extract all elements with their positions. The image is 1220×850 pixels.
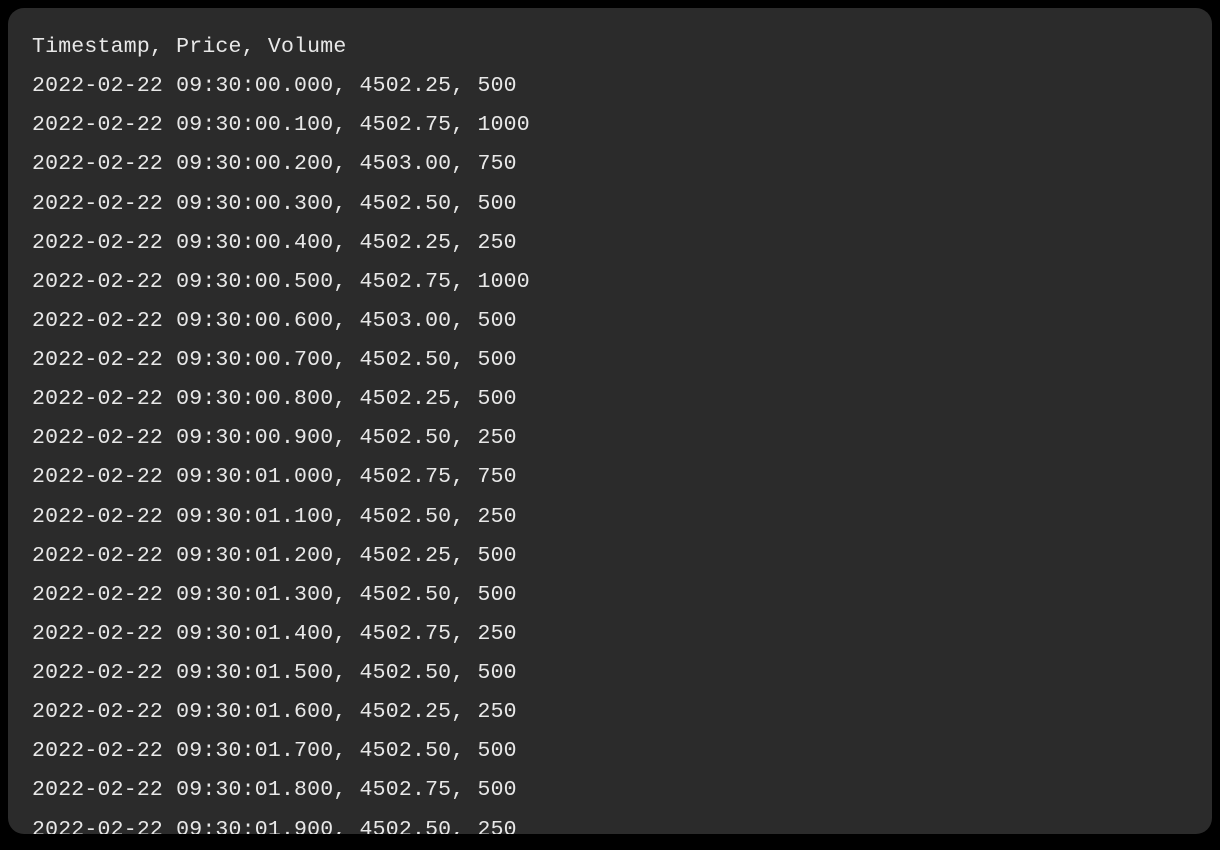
- code-data-line: 2022-02-22 09:30:01.800, 4502.75, 500: [32, 771, 1188, 810]
- code-block: Timestamp, Price, Volume 2022-02-22 09:3…: [8, 8, 1212, 834]
- code-data-line: 2022-02-22 09:30:01.300, 4502.50, 500: [32, 576, 1188, 615]
- code-data-line: 2022-02-22 09:30:00.300, 4502.50, 500: [32, 185, 1188, 224]
- code-data-line: 2022-02-22 09:30:00.200, 4503.00, 750: [32, 145, 1188, 184]
- code-data-line: 2022-02-22 09:30:01.500, 4502.50, 500: [32, 654, 1188, 693]
- code-data-line: 2022-02-22 09:30:00.400, 4502.25, 250: [32, 224, 1188, 263]
- code-data-line: 2022-02-22 09:30:00.000, 4502.25, 500: [32, 67, 1188, 106]
- code-data-line: 2022-02-22 09:30:01.400, 4502.75, 250: [32, 615, 1188, 654]
- code-data-line: 2022-02-22 09:30:01.900, 4502.50, 250: [32, 811, 1188, 835]
- code-data-line: 2022-02-22 09:30:00.700, 4502.50, 500: [32, 341, 1188, 380]
- code-data-line: 2022-02-22 09:30:00.900, 4502.50, 250: [32, 419, 1188, 458]
- code-data-line: 2022-02-22 09:30:00.500, 4502.75, 1000: [32, 263, 1188, 302]
- code-data-line: 2022-02-22 09:30:01.600, 4502.25, 250: [32, 693, 1188, 732]
- code-data-line: 2022-02-22 09:30:01.100, 4502.50, 250: [32, 498, 1188, 537]
- code-data-line: 2022-02-22 09:30:00.100, 4502.75, 1000: [32, 106, 1188, 145]
- code-data-line: 2022-02-22 09:30:00.800, 4502.25, 500: [32, 380, 1188, 419]
- code-header-line: Timestamp, Price, Volume: [32, 28, 1188, 67]
- code-data-line: 2022-02-22 09:30:01.000, 4502.75, 750: [32, 458, 1188, 497]
- code-data-line: 2022-02-22 09:30:00.600, 4503.00, 500: [32, 302, 1188, 341]
- code-data-line: 2022-02-22 09:30:01.700, 4502.50, 500: [32, 732, 1188, 771]
- code-data-line: 2022-02-22 09:30:01.200, 4502.25, 500: [32, 537, 1188, 576]
